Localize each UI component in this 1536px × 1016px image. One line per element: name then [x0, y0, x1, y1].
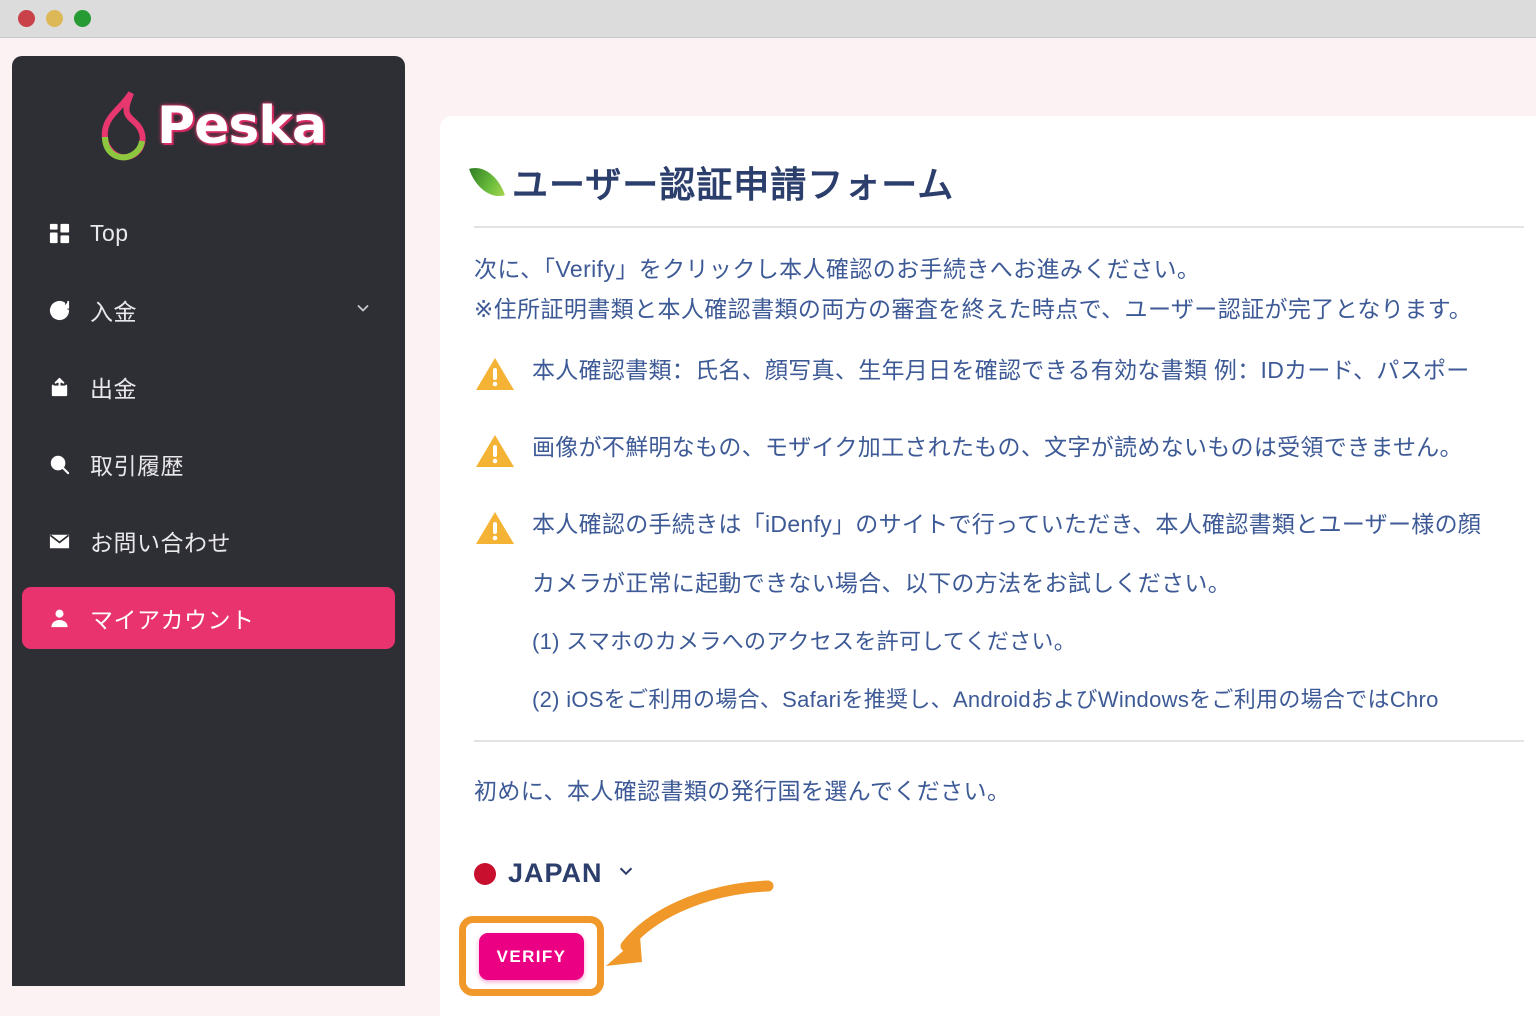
sidebar-item-label: 取引履歴 [90, 453, 184, 479]
window-titlebar [0, 0, 1536, 38]
country-selected-label: JAPAN [508, 858, 603, 889]
sidebar-item-label: Top [90, 219, 129, 246]
sidebar-item-my-account[interactable]: マイアカウント [22, 587, 395, 649]
intro-line-2: ※住所証明書類と本人確認書類の両方の審査を終えた時点で、ユーザー認証が完了となり… [474, 295, 1473, 322]
step-item-2: (2) iOSをご利用の場合、Safariを推奨し、AndroidおよびWind… [532, 687, 1439, 713]
app-logo[interactable]: Peska [12, 56, 405, 196]
user-icon [44, 603, 74, 633]
sidebar-item-history[interactable]: 取引履歴 [22, 433, 395, 495]
peska-flame-icon [101, 91, 146, 161]
sidebar-item-label: 出金 [90, 376, 137, 402]
country-prompt: 初めに、本人確認書類の発行国を選んでください。 [474, 778, 1011, 805]
warning-row: 本人確認の手続きは「iDenfy」のサイトで行っていただき、本人確認書類とユーザ… [474, 507, 1524, 552]
search-icon [44, 449, 74, 479]
sidebar-item-label: 入金 [90, 299, 137, 325]
warning-triangle-icon [474, 432, 516, 475]
logo-text: Peska [156, 96, 327, 156]
close-window-button[interactable] [18, 10, 35, 27]
minimize-window-button[interactable] [46, 10, 63, 27]
warning-triangle-icon [474, 509, 516, 552]
country-selector[interactable]: JAPAN [474, 858, 637, 889]
page-title-text: ユーザー認証申請フォーム [512, 164, 955, 205]
sidebar-item-label: お問い合わせ [90, 530, 231, 556]
sidebar: Peska Top 入金 出金 取引履歴 お問い合わせ マイアカウント [12, 56, 405, 986]
warning-text: 本人確認の手続きは「iDenfy」のサイトで行っていただき、本人確認書類とユーザ… [532, 511, 1482, 538]
mail-icon [44, 526, 74, 556]
deposit-icon [44, 295, 74, 325]
warning-row: 本人確認書類：氏名、顔写真、生年月日を確認できる有効な書類 例：IDカード、パス… [474, 353, 1524, 398]
warning-text: 画像が不鮮明なもの、モザイク加工されたもの、文字が読めないものは受領できません。 [532, 434, 1463, 461]
section-divider [474, 740, 1524, 743]
page-title: ユーザー認証申請フォーム [469, 156, 1524, 208]
sidebar-item-contact[interactable]: お問い合わせ [22, 510, 395, 572]
intro-line-1: 次に、「Verify」をクリックし本人確認のお手続きへお進みください。 [474, 256, 1201, 282]
leaf-icon [469, 160, 505, 204]
camera-note: カメラが正常に起動できない場合、以下の方法をお試しください。 [532, 570, 1231, 597]
sidebar-item-top[interactable]: Top [22, 202, 395, 264]
withdraw-icon [44, 372, 74, 402]
warning-text: 本人確認書類：氏名、顔写真、生年月日を確認できる有効な書類 例：IDカード、パス… [532, 357, 1470, 384]
warning-list: 本人確認書類：氏名、顔写真、生年月日を確認できる有効な書類 例：IDカード、パス… [474, 353, 1524, 714]
sidebar-item-label: マイアカウント [90, 607, 255, 633]
main-content-card: ユーザー認証申請フォーム 次に、「Verify」をクリックし本人確認のお手続きへ… [440, 116, 1536, 1016]
sidebar-nav: Top 入金 出金 取引履歴 お問い合わせ マイアカウント [12, 202, 405, 649]
title-divider [474, 226, 1524, 228]
page-body: Peska Top 入金 出金 取引履歴 お問い合わせ マイアカウント ユーザー… [0, 38, 1536, 1016]
verify-button[interactable]: VERIFY [479, 933, 584, 980]
warning-triangle-icon [474, 355, 516, 398]
warning-row: 画像が不鮮明なもの、モザイク加工されたもの、文字が読めないものは受領できません。 [474, 430, 1524, 475]
step-item-1: (1) スマホのカメラへのアクセスを許可してください。 [532, 629, 1077, 655]
sidebar-item-withdraw[interactable]: 出金 [22, 356, 395, 418]
grid-icon [44, 218, 74, 248]
chevron-down-icon[interactable] [353, 298, 373, 323]
chevron-down-icon[interactable] [615, 860, 637, 887]
japan-flag-icon [474, 862, 496, 885]
sidebar-item-deposit[interactable]: 入金 [22, 279, 395, 341]
maximize-window-button[interactable] [74, 10, 91, 27]
